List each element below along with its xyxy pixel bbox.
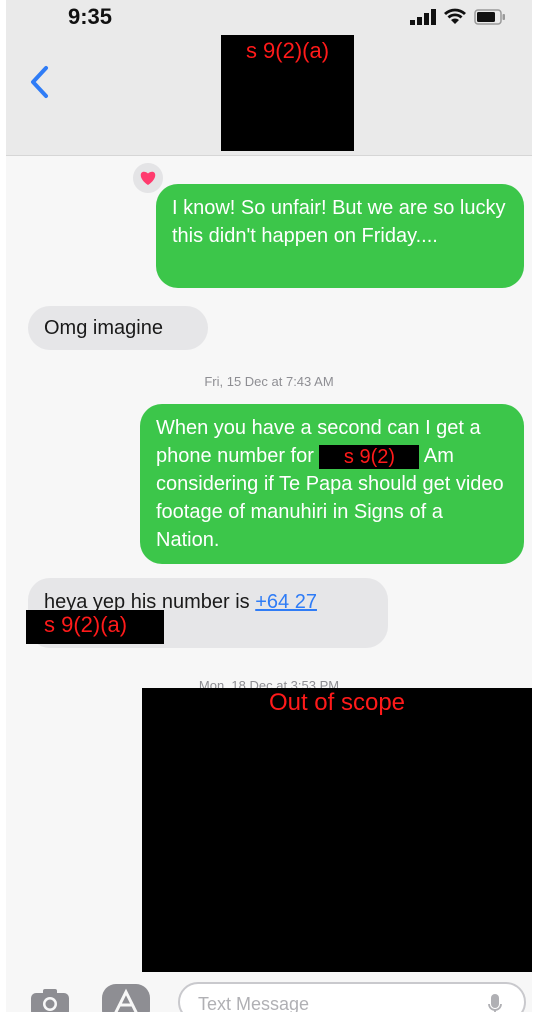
message-text: I know! So unfair! But we are so lucky t… (172, 197, 506, 247)
status-time: 9:35 (68, 4, 113, 29)
contact-redaction-label: s 9(2)(a) (245, 38, 330, 63)
redaction-label: s 9(2) (343, 445, 396, 468)
cellular-signal-icon (410, 8, 436, 25)
conversation-header: s 9(2)(a) (6, 32, 532, 156)
contact-redaction: s 9(2)(a) (221, 35, 354, 151)
back-chevron-icon[interactable] (26, 62, 52, 102)
microphone-icon[interactable] (488, 994, 502, 1012)
phone-number-link[interactable]: +64 27 (255, 591, 317, 613)
message-thread: I know! So unfair! But we are so lucky t… (6, 156, 532, 986)
app-store-icon[interactable] (102, 984, 150, 1012)
inline-redaction: s 9(2) (319, 444, 420, 469)
message-input[interactable]: Text Message (178, 982, 526, 1012)
messages-screen: 9:35 s 9(2)(a) I know! So unfair! But we… (6, 0, 532, 1012)
redaction-label: s 9(2)(a) (44, 612, 128, 637)
message-bubble-outgoing[interactable]: I know! So unfair! But we are so lucky t… (156, 184, 524, 288)
out-of-scope-label: Out of scope (268, 689, 406, 716)
status-icons (410, 8, 506, 25)
camera-icon[interactable] (30, 988, 70, 1012)
message-bubble-incoming[interactable]: Omg imagine (28, 306, 208, 350)
message-composer: Text Message (6, 972, 532, 1012)
heart-icon (140, 171, 156, 185)
message-input-placeholder: Text Message (198, 994, 310, 1012)
message-timestamp: Fri, 15 Dec at 7:43 AM (204, 374, 334, 389)
wifi-icon (444, 8, 466, 24)
out-of-scope-redaction: Out of scope (142, 688, 532, 972)
status-bar: 9:35 (6, 0, 532, 32)
battery-icon (474, 8, 505, 25)
message-text: Omg imagine (44, 317, 163, 339)
phone-number-redaction: s 9(2)(a) (26, 610, 164, 644)
message-bubble-outgoing[interactable]: When you have a second can I get a phone… (140, 404, 524, 564)
